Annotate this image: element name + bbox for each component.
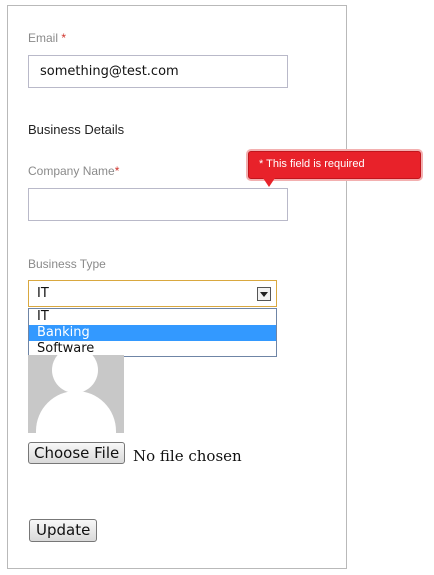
email-label-text: Email — [28, 31, 59, 45]
validation-tooltip: * This field is required — [248, 151, 421, 187]
avatar-body — [36, 391, 116, 433]
business-type-selected: IT — [37, 286, 49, 301]
business-type-label: Business Type — [28, 257, 106, 271]
email-field[interactable]: something@test.com — [28, 55, 288, 88]
dropdown-option-it[interactable]: IT — [29, 309, 276, 325]
company-name-field[interactable] — [28, 188, 288, 221]
update-button[interactable]: Update — [29, 519, 98, 542]
file-status: No file chosen — [133, 447, 242, 465]
section-title: Business Details — [28, 122, 125, 137]
business-type-select[interactable]: IT — [28, 280, 277, 307]
company-name-label: Company Name* — [28, 164, 119, 178]
choose-file-button[interactable]: Choose File — [28, 442, 126, 464]
required-marker: * — [61, 31, 67, 45]
email-field-value: something@test.com — [40, 64, 179, 79]
required-marker: * — [114, 164, 120, 178]
business-type-dropdown: IT Banking Software — [28, 308, 277, 357]
email-label: Email * — [28, 31, 66, 45]
tooltip-tail — [263, 178, 275, 187]
user-placeholder-icon — [28, 355, 124, 433]
chevron-down-icon[interactable] — [257, 287, 271, 301]
company-name-label-text: Company Name — [28, 164, 115, 178]
validation-message: * This field is required — [259, 158, 365, 170]
avatar-head — [52, 355, 98, 393]
dropdown-option-banking[interactable]: Banking — [29, 325, 276, 341]
